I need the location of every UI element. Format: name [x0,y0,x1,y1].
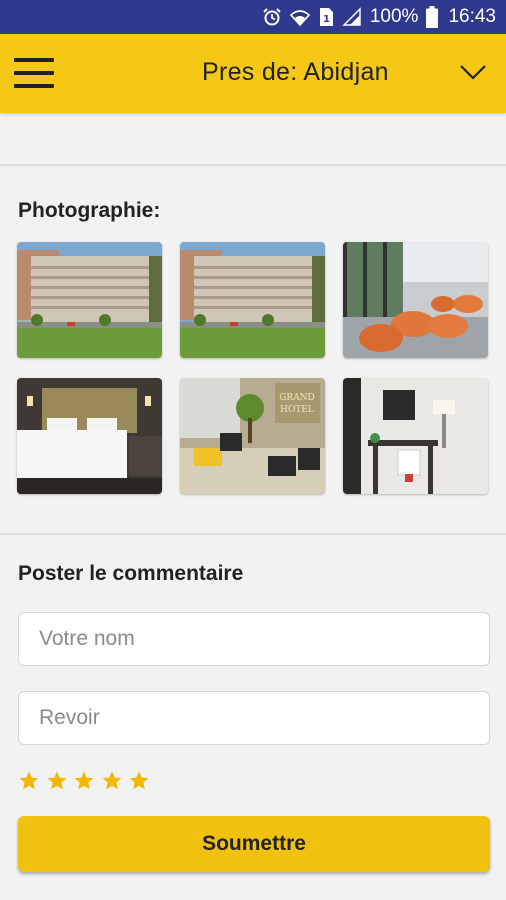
star-rating[interactable] [18,770,156,792]
divider [0,164,506,166]
page-title: Pres de: Abidjan [202,58,389,86]
photo-thumbnail[interactable] [17,378,162,494]
review-input[interactable] [18,691,490,745]
svg-text:1: 1 [323,14,330,25]
star-icon[interactable] [73,770,95,792]
photo-thumbnail[interactable] [343,378,488,494]
star-icon[interactable] [18,770,40,792]
alarm-icon [262,7,282,27]
submit-button[interactable]: Soumettre [18,816,490,872]
photo-thumbnail[interactable] [180,242,325,358]
photo-thumbnail[interactable] [343,242,488,358]
name-input[interactable] [18,612,490,666]
hamburger-menu-icon[interactable] [14,58,56,90]
star-icon[interactable] [101,770,123,792]
photo-gallery: GRAND HOTEL [17,242,489,494]
svg-text:GRAND: GRAND [279,393,315,403]
app-header: Pres de: Abidjan [0,34,506,113]
battery-icon [426,6,439,28]
status-bar: 1 100% 16:43 [0,0,506,34]
signal-icon [342,7,362,27]
comment-heading: Poster le commentaire [18,562,244,585]
star-icon[interactable] [46,770,68,792]
svg-text:HOTEL: HOTEL [280,405,314,415]
photo-thumbnail[interactable]: GRAND HOTEL [180,378,325,494]
photo-thumbnail[interactable] [17,242,162,358]
photos-heading: Photographie: [18,199,161,222]
sim-icon: 1 [318,7,334,27]
wifi-icon [289,7,310,27]
star-icon[interactable] [128,770,150,792]
clock: 16:43 [448,6,496,27]
battery-percent: 100% [369,6,419,27]
divider [0,533,506,535]
chevron-down-icon[interactable] [458,62,488,82]
